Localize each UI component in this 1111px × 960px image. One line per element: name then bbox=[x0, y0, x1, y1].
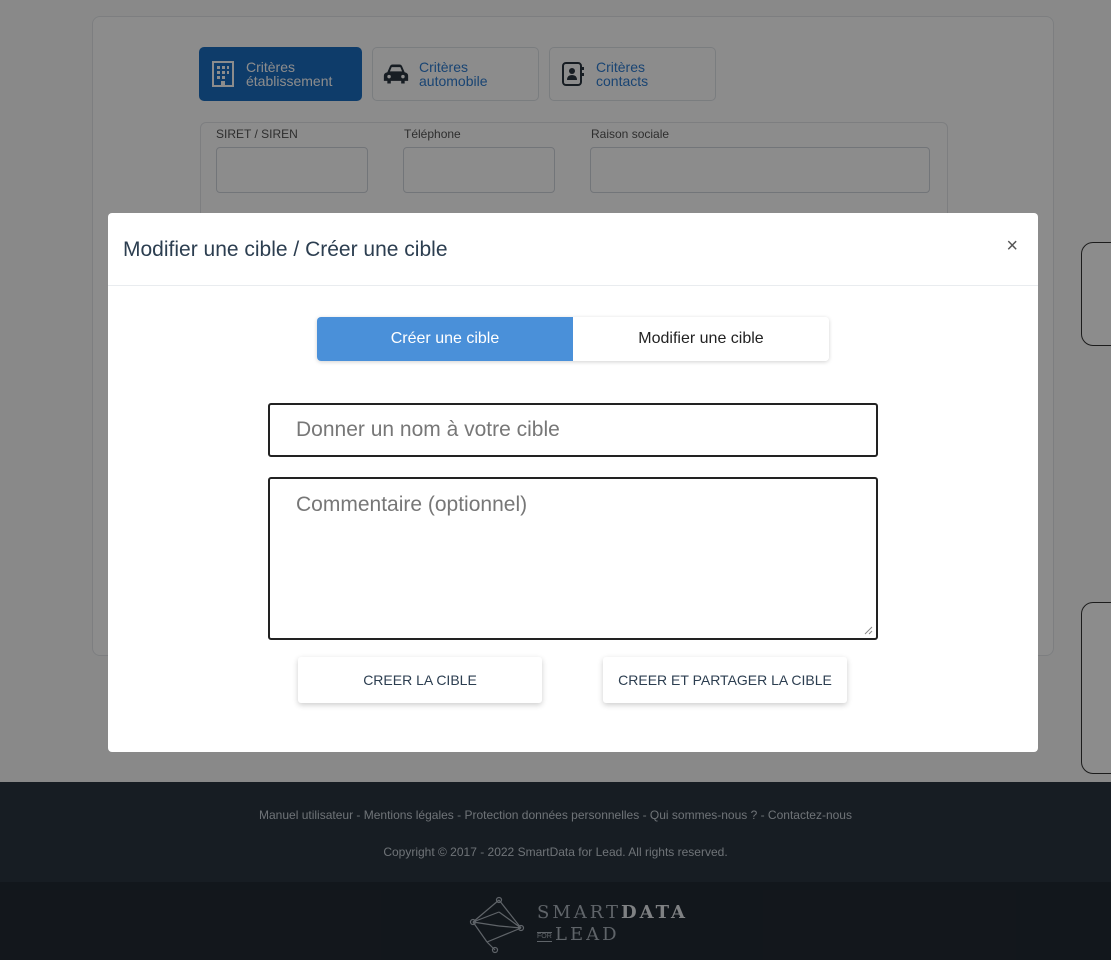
comment-textarea[interactable]: Commentaire (optionnel) bbox=[268, 477, 878, 640]
modal-title: Modifier une cible / Créer une cible bbox=[123, 238, 448, 261]
resize-handle-icon[interactable] bbox=[863, 625, 873, 635]
close-icon[interactable]: × bbox=[1006, 235, 1018, 258]
create-target-tab[interactable]: Créer une cible bbox=[317, 317, 573, 361]
comment-placeholder: Commentaire (optionnel) bbox=[296, 493, 528, 516]
modify-target-tab[interactable]: Modifier une cible bbox=[573, 317, 829, 361]
create-share-target-button[interactable]: CREER ET PARTAGER LA CIBLE bbox=[603, 657, 847, 703]
create-target-modal: Modifier une cible / Créer une cible × C… bbox=[108, 213, 1038, 752]
target-name-input[interactable]: Donner un nom à votre cible bbox=[268, 403, 878, 457]
target-name-placeholder: Donner un nom à votre cible bbox=[296, 418, 560, 441]
create-target-button[interactable]: CREER LA CIBLE bbox=[298, 657, 542, 703]
modal-header: Modifier une cible / Créer une cible × bbox=[108, 213, 1038, 286]
mode-toggle: Créer une cible Modifier une cible bbox=[317, 317, 829, 361]
